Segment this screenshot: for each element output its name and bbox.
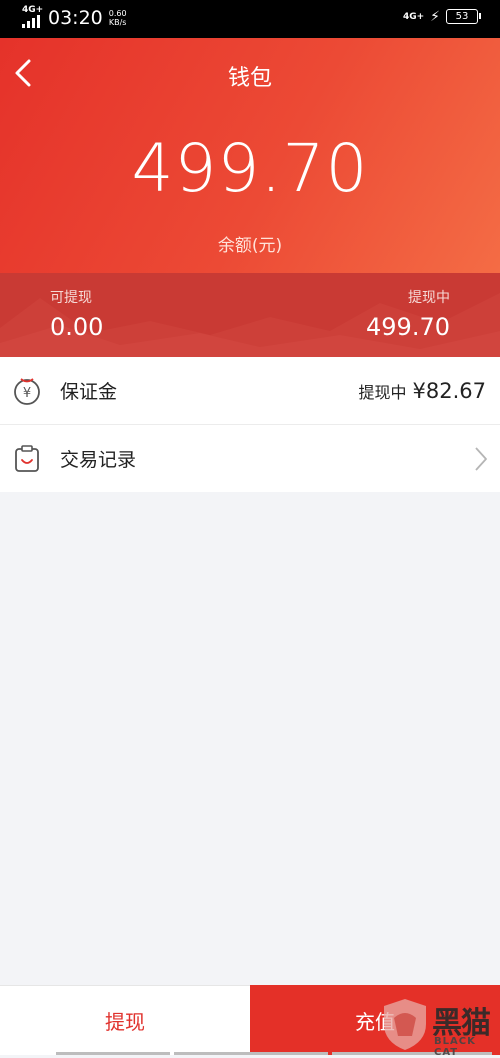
signal-icon: 4G+ [22,6,44,30]
network-type-left: 4G+ [22,5,44,15]
shield-logo-icon [384,999,426,1050]
balance-label: 余额(元) [217,236,283,256]
wallet-header: 钱包 499.70 余额(元) [0,38,500,273]
withdrawable-column: 可提现 0.00 [50,287,103,341]
summary-band: 可提现 0.00 提现中 499.70 [0,273,500,357]
withdrawing-column: 提现中 499.70 [366,287,450,341]
status-right: 4G+ ⚡ 53 [402,8,481,25]
network-type-right: 4G+ [402,11,425,22]
speed-value: 0.60 [108,9,127,18]
network-speed: 0.60 KB/s [109,9,127,27]
withdrawing-label: 提现中 [408,290,450,306]
transaction-records-row[interactable]: 交易记录 [0,424,500,492]
clipboard-icon [15,444,39,472]
deposit-label: 保证金 [60,381,118,403]
withdrawable-label: 可提现 [50,290,92,306]
yuan-coin-icon: ¥ [14,377,40,405]
status-bar: 4G+ 03:20 0.60 KB/s 4G+ ⚡ 53 [0,0,500,38]
charging-icon: ⚡ [430,8,440,25]
deposit-amount: ¥82.67 [412,378,486,403]
withdrawing-value: 499.70 [366,313,450,341]
speed-unit: KB/s [108,18,127,27]
withdrawable-value: 0.00 [50,313,104,341]
status-left: 4G+ 03:20 0.60 KB/s [22,6,127,30]
status-time: 03:20 [48,7,103,29]
deposit-row[interactable]: ¥ 保证金 提现中 ¥82.67 [0,357,500,424]
transaction-records-label: 交易记录 [60,449,137,471]
battery-icon: 53 [446,9,481,24]
svg-text:¥: ¥ [23,386,31,401]
wallet-list: ¥ 保证金 提现中 ¥82.67 交易记录 [0,357,500,492]
watermark: 黑猫 BLACK CAT [380,996,498,1058]
chevron-right-icon [475,447,487,471]
deposit-status: 提现中 [358,382,407,402]
balance-amount: 499.70 [131,130,369,207]
withdraw-button[interactable]: 提现 [0,985,250,1055]
deposit-right: 提现中 ¥82.67 [359,357,487,424]
page-title: 钱包 [227,66,272,91]
